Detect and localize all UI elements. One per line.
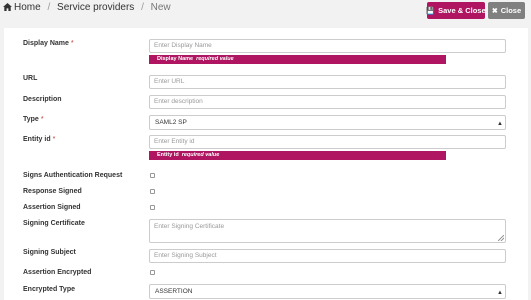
signs-auth-request-checkbox[interactable] — [150, 173, 155, 178]
signing-certificate-textarea[interactable]: Enter Signing Certificate — [149, 219, 506, 243]
display-name-input[interactable]: Enter Display Name — [149, 39, 506, 53]
response-signed-checkbox[interactable] — [150, 189, 155, 194]
description-label: Description — [23, 96, 62, 103]
encrypted-type-select[interactable]: ASSERTION ▲︎ — [149, 284, 506, 299]
close-label: Close — [500, 6, 522, 15]
url-input[interactable]: Enter URL — [149, 75, 506, 89]
description-input[interactable]: Enter description — [149, 95, 506, 109]
caret-updown-icon: ▲︎ — [497, 121, 503, 127]
close-button[interactable]: ✖ Close — [488, 2, 525, 19]
form-panel: Display Name * Enter Display Name Display… — [4, 28, 528, 300]
signing-subject-label: Signing Subject — [23, 249, 76, 256]
top-bar: Home / Service providers / New 💾 Save & … — [0, 0, 531, 24]
save-close-label: Save & Close — [438, 6, 486, 15]
encrypted-type-label: Encrypted Type — [23, 286, 75, 293]
breadcrumb: Home / Service providers / New — [3, 2, 171, 13]
entity-id-input[interactable]: Enter Entity id — [149, 135, 506, 149]
signing-subject-input[interactable]: Enter Signing Subject — [149, 249, 506, 263]
type-label: Type * — [23, 116, 44, 123]
entity-id-label: Entity id * — [23, 136, 56, 143]
breadcrumb-service-providers[interactable]: Service providers — [57, 2, 134, 13]
display-name-error: Display Name required value — [149, 55, 446, 64]
assertion-encrypted-checkbox[interactable] — [150, 270, 155, 275]
breadcrumb-home[interactable]: Home — [3, 2, 43, 13]
close-icon: ✖ — [491, 7, 498, 15]
signing-certificate-label: Signing Certificate — [23, 220, 85, 227]
assertion-encrypted-label: Assertion Encrypted — [23, 269, 92, 276]
breadcrumb-separator: / — [47, 2, 51, 13]
breadcrumb-current: New — [150, 2, 171, 13]
entity-id-error: Entity id required value — [149, 151, 446, 160]
save-icon: 💾 — [426, 7, 436, 15]
signs-auth-request-label: Signs Authentication Request — [23, 172, 123, 179]
url-label: URL — [23, 75, 38, 82]
response-signed-label: Response Signed — [23, 188, 82, 195]
breadcrumb-home-label[interactable]: Home — [14, 2, 41, 13]
save-close-button[interactable]: 💾 Save & Close — [426, 2, 486, 19]
resize-handle-icon[interactable] — [498, 235, 504, 241]
assertion-signed-checkbox[interactable] — [150, 205, 155, 210]
type-select[interactable]: SAML2 SP ▲︎ — [149, 115, 506, 130]
display-name-label: Display Name * — [23, 40, 74, 47]
home-icon — [3, 3, 12, 11]
caret-updown-icon: ▲︎ — [497, 290, 503, 296]
breadcrumb-separator: / — [141, 2, 144, 13]
assertion-signed-label: Assertion Signed — [23, 204, 81, 211]
